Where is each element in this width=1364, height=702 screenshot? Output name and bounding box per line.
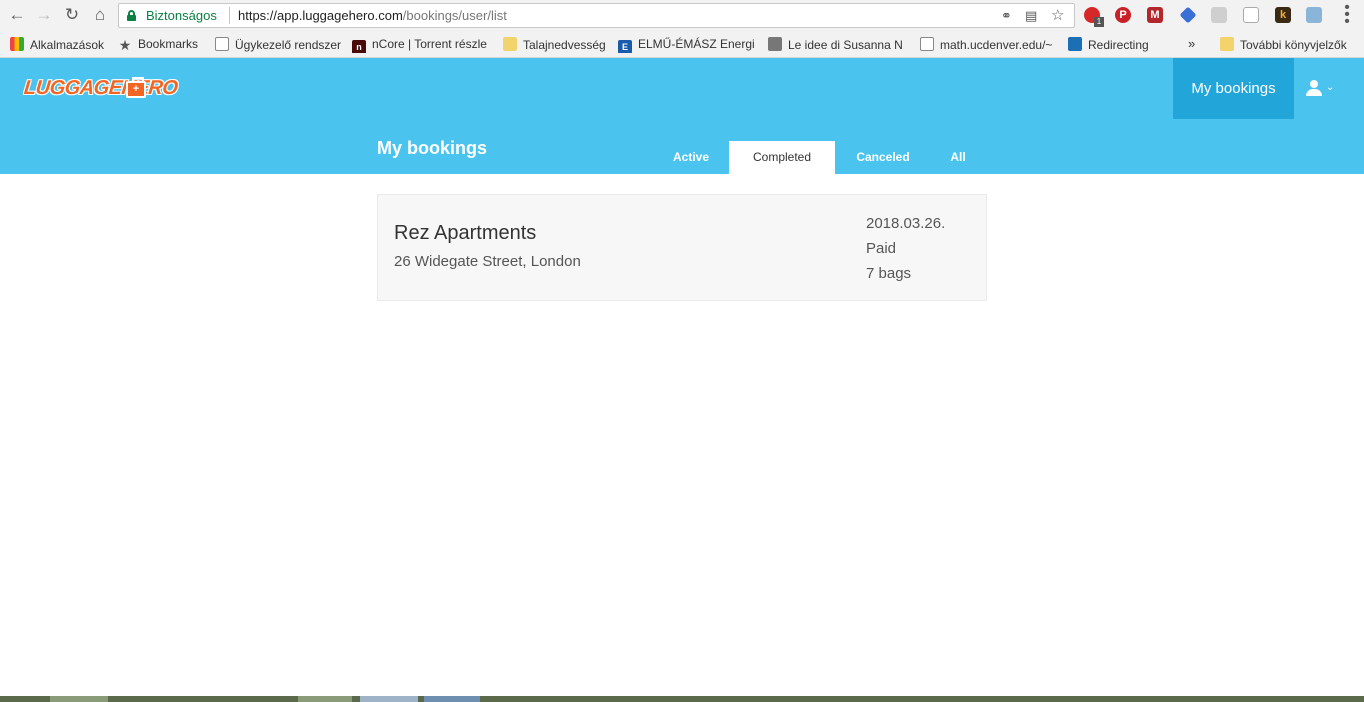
bookmark-label: Alkalmazások [30,38,105,52]
bookmark-item[interactable]: ★ Bookmarks [118,37,208,53]
bookmark-item[interactable]: Le idee di Susanna N [768,37,906,53]
bookmark-label: Talajnedvesség [523,38,606,52]
home-icon[interactable]: ⌂ [89,4,111,26]
bookmark-item[interactable]: math.ucdenver.edu/~ [920,37,1056,53]
folder-icon [1220,37,1234,51]
bookmark-label: Ügykezelő rendszer [235,38,342,52]
bookmark-star-icon[interactable]: ☆ [1051,8,1064,24]
m-extension-icon[interactable]: M [1147,7,1163,23]
booking-address: 26 Widegate Street, London [394,253,581,270]
extension-badge: 1 [1094,17,1104,27]
user-icon [1310,80,1318,88]
url-host: https://app.luggagehero.com [238,8,403,23]
bookmark-label: További könyvjelzők [1240,38,1347,52]
divider [229,7,230,24]
menu-dots-icon[interactable]: • • • [1344,0,1350,30]
pinterest-icon[interactable]: P [1115,7,1131,23]
url-path: /bookings/user/list [402,8,507,23]
k-extension-icon[interactable]: k [1275,7,1291,23]
taskbar-item[interactable] [360,696,418,702]
taskbar-item[interactable] [50,696,108,702]
bookmark-item[interactable]: Alkalmazások [10,37,110,53]
browser-toolbar: ← → ↻ ⌂ Biztonságos https://app.luggageh… [0,0,1364,31]
bookmark-item[interactable]: Talajnedvesség [503,37,609,53]
key-icon[interactable]: ⚭ [1001,8,1012,24]
bookmark-item[interactable]: E ELMŰ-ÉMÁSZ Energi [618,37,782,53]
booking-location-name: Rez Apartments [394,222,537,244]
booking-date: 2018.03.26. [866,215,946,232]
taskbar-item[interactable] [424,696,480,702]
star-icon: ★ [118,37,132,53]
taskbar-item[interactable] [298,696,352,702]
blue-extension-icon[interactable] [1179,6,1197,24]
page-icon [215,37,229,51]
bookmark-item[interactable]: n nCore | Torrent részle [352,37,490,53]
bookmark-label: math.ucdenver.edu/~ [940,38,1053,52]
more-bookmarks-chevron-icon[interactable]: » [1188,37,1200,53]
reload-icon[interactable]: ↻ [61,4,83,26]
nav-my-bookings[interactable]: My bookings [1173,58,1294,119]
site-header: LUGGAGEHERO + My bookings ⌄ [0,58,1364,120]
ncore-icon: n [352,40,366,53]
bookmark-label: Bookmarks [138,37,199,51]
page-icon [920,37,934,51]
logo-wordmark: LUGGAGEHERO [22,77,179,99]
address-bar[interactable]: Biztonságos https://app.luggagehero.com/… [118,3,1075,28]
document-extension-icon[interactable] [1243,7,1259,23]
page-title: My bookings [377,138,488,158]
chevron-down-icon: ⌄ [1326,82,1335,93]
apps-grid-icon [10,37,24,51]
booking-card[interactable]: Rez Apartments 26 Widegate Street, Londo… [377,194,987,301]
bookmark-label: ELMŰ-ÉMÁSZ Energi [638,37,755,51]
tab-active[interactable]: Active [660,141,722,174]
bookmark-label: Le idee di Susanna N [788,38,903,52]
secure-label: Biztonságos [146,8,217,23]
user-menu[interactable]: ⌄ [1306,80,1340,98]
bookings-subheader: My bookings Active Completed Canceled Al… [0,120,1364,174]
bookmark-label: Redirecting [1088,38,1149,52]
folder-icon [503,37,517,51]
bookmark-item[interactable]: Ügykezelő rendszer [215,37,343,53]
tab-canceled[interactable]: Canceled [843,141,923,174]
translate-icon[interactable]: ▤ [1025,8,1037,24]
bookmark-label: nCore | Torrent részle [372,37,487,51]
user-icon-body [1306,89,1322,96]
forward-arrow-icon[interactable]: → [33,4,55,26]
lock-icon [127,10,136,21]
url-text[interactable]: https://app.luggagehero.com/bookings/use… [238,8,507,23]
suitcase-logo-icon: + [126,77,146,98]
bookmarks-bar: Alkalmazások ★ Bookmarks Ügykezelő rendsz… [0,31,1364,58]
tab-completed[interactable]: Completed [729,141,835,174]
bookmark-item[interactable]: További könyvjelzők [1220,37,1360,53]
booking-payment-status: Paid [866,240,897,257]
pdf-extension-icon[interactable] [1211,7,1227,23]
tab-all[interactable]: All [936,141,980,174]
search-extension-icon[interactable] [1306,7,1322,23]
back-arrow-icon[interactable]: ← [6,4,28,26]
bookmark-item[interactable]: Redirecting [1068,37,1160,53]
booking-bag-count: 7 bags [866,265,912,282]
elmu-icon: E [618,40,632,53]
os-taskbar [0,696,1364,702]
image-icon [768,37,782,51]
tab-icon [1068,37,1082,51]
